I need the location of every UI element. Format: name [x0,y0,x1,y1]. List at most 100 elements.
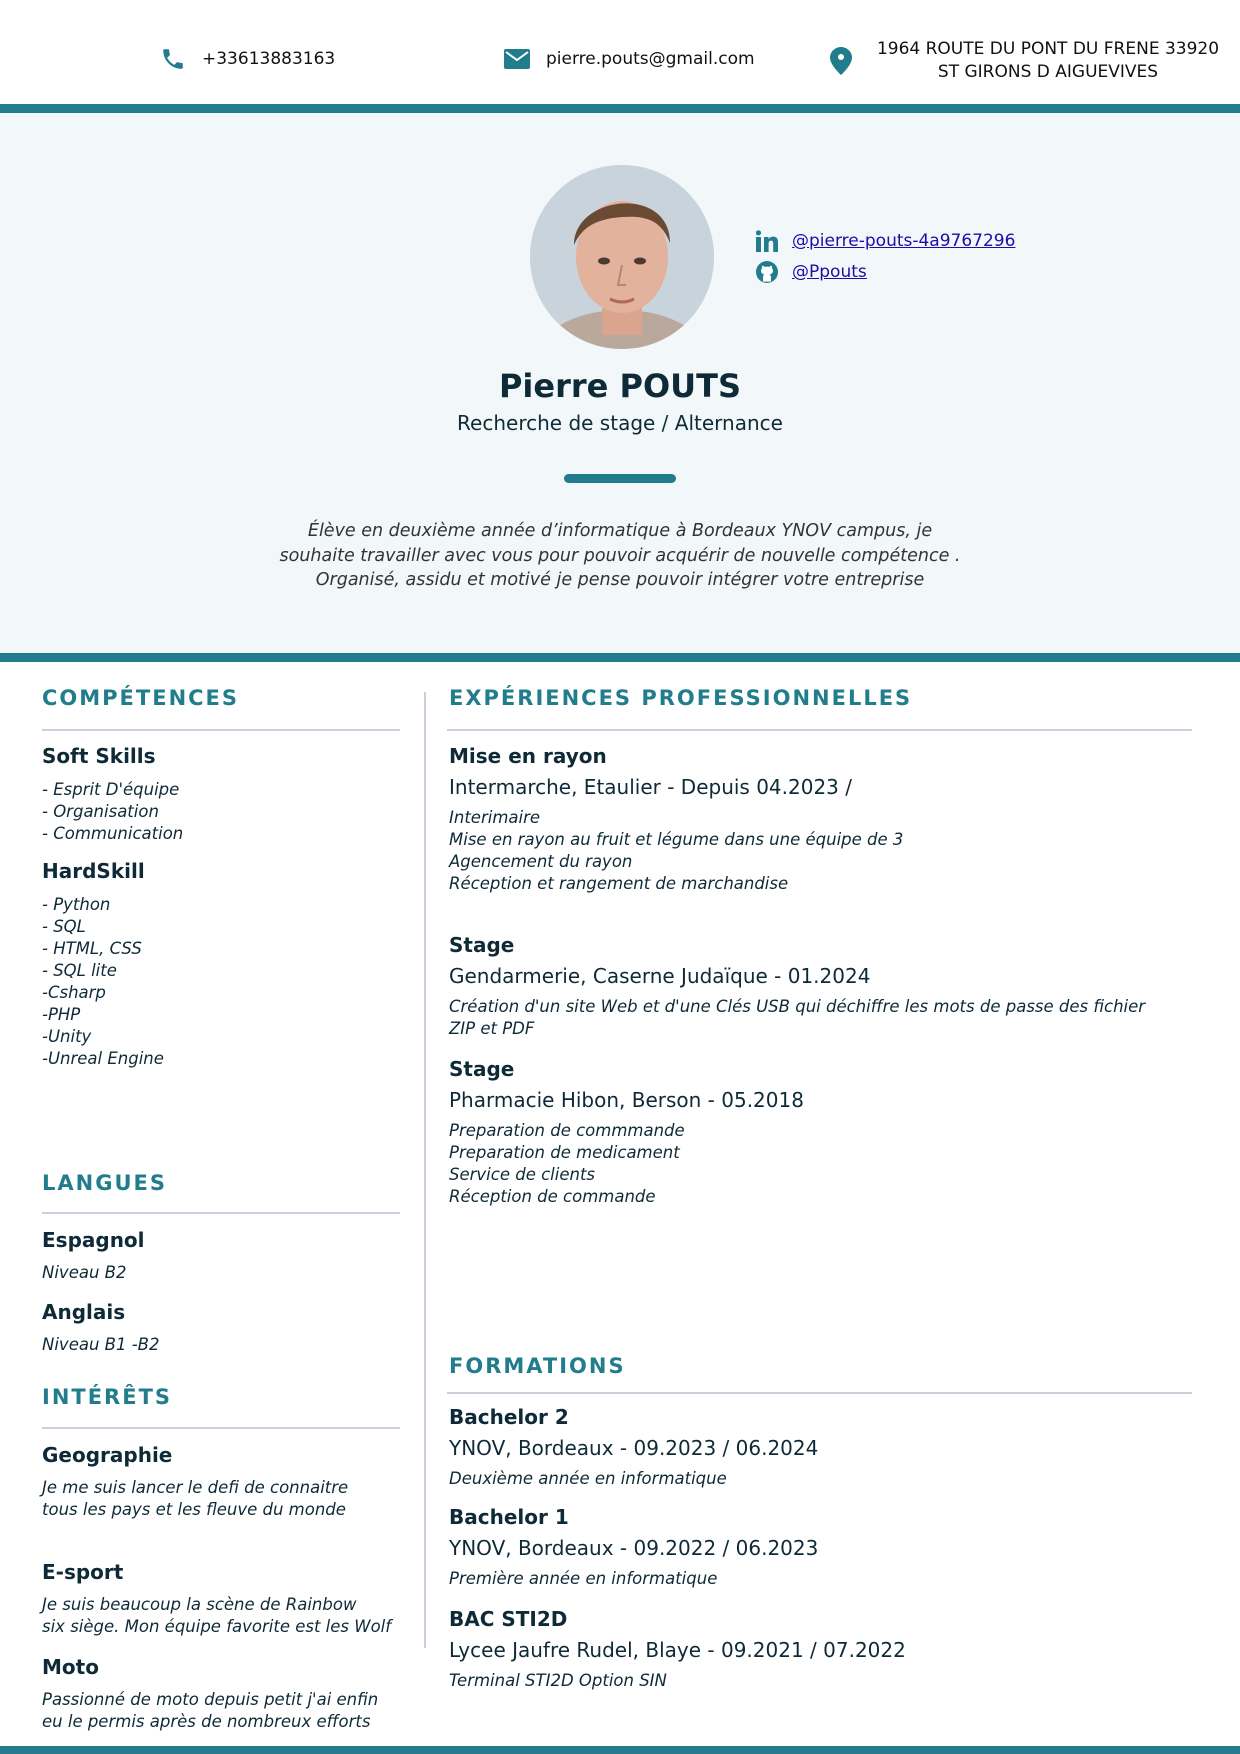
contact-address: 1964 ROUTE DU PONT DU FRENE 33920 ST GIR… [826,38,1222,84]
detail-line: Mise en rayon au fruit et légume dans un… [449,830,904,849]
summary-line: Élève en deuxième année d’informatique à… [307,521,933,541]
interests-title: INTÉRÊTS [42,1385,173,1409]
education-degree-2: Bachelor 1 [449,1505,569,1529]
linkedin-icon [756,230,778,252]
github-link[interactable]: @Ppouts [792,262,867,282]
contact-phone[interactable]: +33613883163 [158,44,335,74]
interest-line: eu le permis après de nombreux efforts [42,1712,371,1731]
hero-divider [564,474,676,483]
languages-title: LANGUES [42,1171,167,1195]
list-item: -Csharp [42,983,106,1002]
interest-description: Je me suis lancer le defi de connaitre t… [42,1477,348,1521]
education-degree-1: Bachelor 2 [449,1405,569,1429]
hard-skills-title: HardSkill [42,859,145,883]
interest-name: Moto [42,1655,99,1679]
address-line-2: ST GIRONS D AIGUEVIVES [937,62,1159,82]
list-item: - Communication [42,824,184,843]
experience-title-3: Stage [449,1057,515,1081]
experience-company-1: Intermarche, Etaulier - Depuis 04.2023 / [449,775,852,799]
education-school-3: Lycee Jaufre Rudel, Blaye - 09.2021 / 07… [449,1638,906,1662]
location-pin-icon [826,46,856,76]
address-line-1: 1964 ROUTE DU PONT DU FRENE 33920 [876,39,1220,59]
experience-details-2: Création d'un site Web et d'une Clés USB… [449,996,1145,1040]
interest-line: Passionné de moto depuis petit j'ai enfi… [42,1690,379,1709]
languages-rule [42,1212,400,1214]
list-item: - Esprit D'équipe [42,780,180,799]
column-divider [424,692,426,1648]
list-item: -PHP [42,1005,81,1024]
hard-skills-list: - Python - SQL - HTML, CSS - SQL lite -C… [42,894,164,1070]
address-text: 1964 ROUTE DU PONT DU FRENE 33920 ST GIR… [874,38,1222,84]
list-item: - SQL lite [42,961,117,980]
interest-line: tous les pays et les fleuve du monde [42,1500,346,1519]
interest-line: six siège. Mon équipe favorite est les W… [42,1617,392,1636]
interest-name: Geographie [42,1443,173,1467]
education-title: FORMATIONS [449,1354,626,1378]
education-details-1: Deuxième année en informatique [449,1468,727,1490]
experience-title-2: Stage [449,933,515,957]
detail-line: Première année en informatique [449,1569,718,1588]
phone-text: +33613883163 [202,49,336,69]
education-details-3: Terminal STI2D Option SIN [449,1670,667,1692]
social-links: @pierre-pouts-4a9767296 @Ppouts [756,230,1015,292]
top-divider [0,104,1240,113]
detail-line: Service de clients [449,1165,596,1184]
github-row: @Ppouts [756,261,1015,283]
detail-line: Deuxième année en informatique [449,1469,727,1488]
language-name: Anglais [42,1300,126,1324]
soft-skills-title: Soft Skills [42,744,156,768]
detail-line: Interimaire [449,808,541,827]
linkedin-link[interactable]: @pierre-pouts-4a9767296 [792,231,1015,251]
summary-line: Organisé, assidu et motivé je pense pouv… [315,570,925,590]
profile-subtitle: Recherche de stage / Alternance [457,411,783,435]
list-item: - Python [42,895,111,914]
education-rule [447,1392,1192,1394]
email-text: pierre.pouts@gmail.com [546,49,755,69]
github-icon [756,261,778,283]
detail-line: ZIP et PDF [449,1019,535,1038]
education-school-2: YNOV, Bordeaux - 09.2022 / 06.2023 [449,1536,819,1560]
language-level: Niveau B1 -B2 [42,1334,160,1356]
soft-skills-list: - Esprit D'équipe - Organisation - Commu… [42,779,183,845]
experience-company-2: Gendarmerie, Caserne Judaïque - 01.2024 [449,964,871,988]
profile-summary: Élève en deuxième année d’informatique à… [220,519,1020,593]
experience-title: EXPÉRIENCES PROFESSIONNELLES [449,686,913,710]
experience-details-3: Preparation de commmande Preparation de … [449,1120,685,1208]
list-item: -Unity [42,1027,92,1046]
detail-line: Réception et rangement de marchandise [449,874,789,893]
list-item: - Organisation [42,802,159,821]
language-level-text: Niveau B1 -B2 [42,1335,160,1354]
language-level-text: Niveau B2 [42,1263,127,1282]
contact-email[interactable]: pierre.pouts@gmail.com [502,44,755,74]
avatar [530,165,714,349]
list-item: - HTML, CSS [42,939,142,958]
education-degree-3: BAC STI2D [449,1607,568,1631]
detail-line: Réception de commande [449,1187,656,1206]
interest-description: Je suis beaucoup la scène de Rainbow six… [42,1594,391,1638]
experience-company-3: Pharmacie Hibon, Berson - 05.2018 [449,1088,804,1112]
experience-details-1: Interimaire Mise en rayon au fruit et lé… [449,807,903,895]
experience-title-1: Mise en rayon [449,744,607,768]
contact-bar: +33613883163 pierre.pouts@gmail.com 1964… [0,0,1240,104]
bottom-divider [0,1746,1240,1754]
list-item: - SQL [42,917,86,936]
phone-icon [158,44,188,74]
detail-line: Preparation de commmande [449,1121,685,1140]
detail-line: Preparation de medicament [449,1143,680,1162]
list-item: -Unreal Engine [42,1049,164,1068]
interest-description: Passionné de moto depuis petit j'ai enfi… [42,1689,378,1733]
interest-line: Je me suis lancer le defi de connaitre [42,1478,349,1497]
education-details-2: Première année en informatique [449,1568,717,1590]
interests-rule [42,1427,400,1429]
skills-rule [42,729,400,731]
language-level: Niveau B2 [42,1262,126,1284]
detail-line: Création d'un site Web et d'une Clés USB… [449,997,1146,1016]
language-name: Espagnol [42,1228,145,1252]
interest-line: Je suis beaucoup la scène de Rainbow [42,1595,357,1614]
detail-line: Terminal STI2D Option SIN [449,1671,667,1690]
hero-section: @pierre-pouts-4a9767296 @Ppouts Pierre P… [0,113,1240,653]
detail-line: Agencement du rayon [449,852,633,871]
linkedin-row: @pierre-pouts-4a9767296 [756,230,1015,252]
hero-bottom-divider [0,653,1240,662]
profile-name: Pierre POUTS [498,367,742,405]
